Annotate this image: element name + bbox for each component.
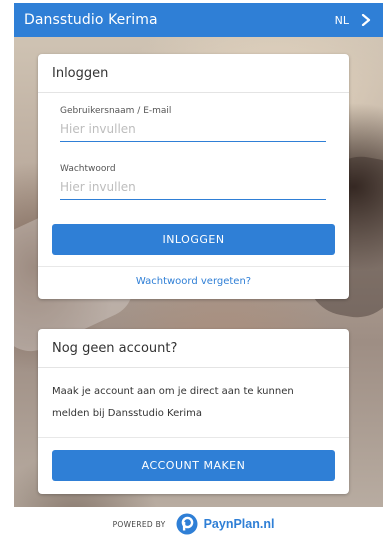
divider xyxy=(38,266,349,267)
paynplan-brand[interactable]: PaynPlan.nl xyxy=(204,517,275,531)
username-label: Gebruikersnaam / E-mail xyxy=(60,106,172,116)
signup-description: Maak je account aan om je direct aan te … xyxy=(52,386,294,419)
divider xyxy=(38,437,349,438)
forgot-password-link[interactable]: Wachtwoord vergeten? xyxy=(38,276,349,287)
username-field-group: Gebruikersnaam / E-mail xyxy=(60,106,326,142)
powered-by-label: POWERED BY xyxy=(112,519,166,529)
create-account-button[interactable]: ACCOUNT MAKEN xyxy=(52,450,335,481)
password-input[interactable] xyxy=(60,180,326,200)
app-title: Dansstudio Kerima xyxy=(24,12,158,28)
password-field-group: Wachtwoord xyxy=(60,164,326,200)
top-bar: Dansstudio Kerima NL xyxy=(14,3,383,37)
powered-by-footer: POWERED BY PaynPlan.nl xyxy=(0,509,387,539)
language-selector[interactable]: NL xyxy=(335,14,349,27)
login-card: Inloggen Gebruikersnaam / E-mail Wachtwo… xyxy=(38,54,349,299)
signup-heading: Nog geen account? xyxy=(38,329,349,368)
login-heading: Inloggen xyxy=(38,54,349,93)
paynplan-logo-icon xyxy=(176,513,198,535)
signup-card: Nog geen account? Maak je account aan om… xyxy=(38,329,349,494)
password-label: Wachtwoord xyxy=(60,164,116,174)
login-button[interactable]: INLOGGEN xyxy=(52,224,335,255)
username-input[interactable] xyxy=(60,122,326,142)
chevron-right-icon[interactable] xyxy=(359,13,373,27)
app-frame: Dansstudio Kerima NL Inloggen Gebruikers… xyxy=(14,3,383,507)
